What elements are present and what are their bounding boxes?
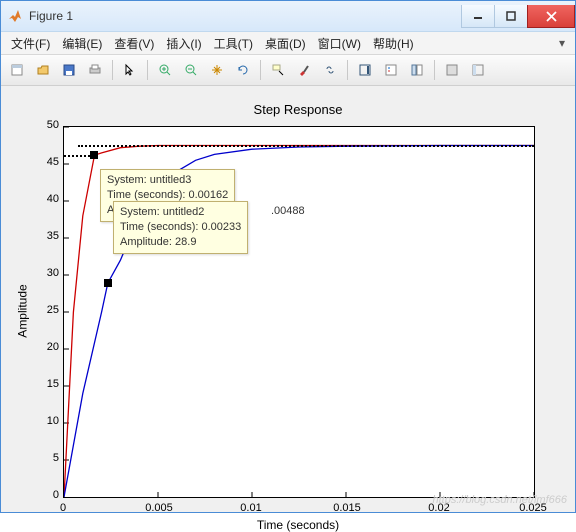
menu-desktop[interactable]: 桌面(D) (259, 33, 312, 54)
pan-button[interactable] (205, 58, 229, 82)
ytick: 45 (33, 156, 59, 168)
ytick: 20 (33, 341, 59, 353)
menu-window[interactable]: 窗口(W) (312, 33, 367, 54)
ytick: 50 (33, 119, 59, 131)
datatip-line: System: untitled3 (107, 173, 228, 188)
close-button[interactable] (527, 5, 575, 28)
watermark: https://blog.csdn.net/lmf666 (432, 494, 567, 506)
datacursor-button[interactable] (266, 58, 290, 82)
menu-overflow-icon[interactable]: ▾ (553, 36, 571, 50)
datatip-untitled2[interactable]: System: untitled2 Time (seconds): 0.0023… (113, 201, 248, 254)
matlab-icon (7, 8, 23, 24)
toolbar-separator (434, 60, 435, 80)
plottools-button[interactable] (405, 58, 429, 82)
y-axis-label: Amplitude (15, 126, 31, 496)
steady-state-line (78, 145, 534, 147)
link-button[interactable] (318, 58, 342, 82)
datatip-line: System: untitled2 (120, 205, 241, 220)
window-title: Figure 1 (29, 9, 462, 23)
colorbar-button[interactable] (353, 58, 377, 82)
menu-insert[interactable]: 插入(I) (160, 33, 207, 54)
menubar: 文件(F) 编辑(E) 查看(V) 插入(I) 工具(T) 桌面(D) 窗口(W… (1, 32, 575, 55)
xtick: 0.015 (327, 502, 367, 514)
zoom-in-button[interactable] (153, 58, 177, 82)
ytick: 0 (33, 489, 59, 501)
toolbar-separator (347, 60, 348, 80)
open-button[interactable] (31, 58, 55, 82)
brush-button[interactable] (292, 58, 316, 82)
ytick: 25 (33, 304, 59, 316)
ytick: 15 (33, 378, 59, 390)
ytick: 35 (33, 230, 59, 242)
menu-edit[interactable]: 编辑(E) (56, 33, 108, 54)
datatip-trailing-value: .00488 (271, 205, 305, 217)
minimize-button[interactable] (461, 5, 495, 28)
datatip-line: Time (seconds): 0.00233 (120, 220, 241, 235)
maximize-button[interactable] (494, 5, 528, 28)
data-marker-untitled2[interactable] (104, 279, 112, 287)
menu-view[interactable]: 查看(V) (108, 33, 160, 54)
rotate-button[interactable] (231, 58, 255, 82)
chart-title: Step Response (63, 102, 533, 117)
ytick: 10 (33, 415, 59, 427)
data-marker-untitled3[interactable] (90, 151, 98, 159)
xtick: 0.01 (235, 502, 267, 514)
titlebar[interactable]: Figure 1 (1, 1, 575, 32)
zoom-out-button[interactable] (179, 58, 203, 82)
datatip-line: Amplitude: 28.9 (120, 235, 241, 250)
x-axis-label: Time (seconds) (63, 518, 533, 532)
window-buttons (462, 5, 575, 27)
save-button[interactable] (57, 58, 81, 82)
toolbar-separator (147, 60, 148, 80)
new-figure-button[interactable] (5, 58, 29, 82)
toolbar-separator (112, 60, 113, 80)
pointer-button[interactable] (118, 58, 142, 82)
figure-area[interactable]: Step Response Amplitude Time (seconds) 0… (1, 86, 575, 512)
axes[interactable]: System: untitled3 Time (seconds): 0.0016… (63, 126, 535, 498)
xtick: 0.005 (139, 502, 179, 514)
toolbar (1, 55, 575, 86)
ytick: 5 (33, 452, 59, 464)
menu-help[interactable]: 帮助(H) (367, 33, 420, 54)
xtick: 0 (57, 502, 69, 514)
toolbar-separator (260, 60, 261, 80)
legend-button[interactable] (379, 58, 403, 82)
ytick: 30 (33, 267, 59, 279)
figure-window: Figure 1 文件(F) 编辑(E) 查看(V) 插入(I) 工具(T) 桌… (0, 0, 576, 513)
show-tools-button[interactable] (466, 58, 490, 82)
hide-tools-button[interactable] (440, 58, 464, 82)
ytick: 40 (33, 193, 59, 205)
menu-file[interactable]: 文件(F) (5, 33, 56, 54)
print-button[interactable] (83, 58, 107, 82)
menu-tools[interactable]: 工具(T) (208, 33, 259, 54)
